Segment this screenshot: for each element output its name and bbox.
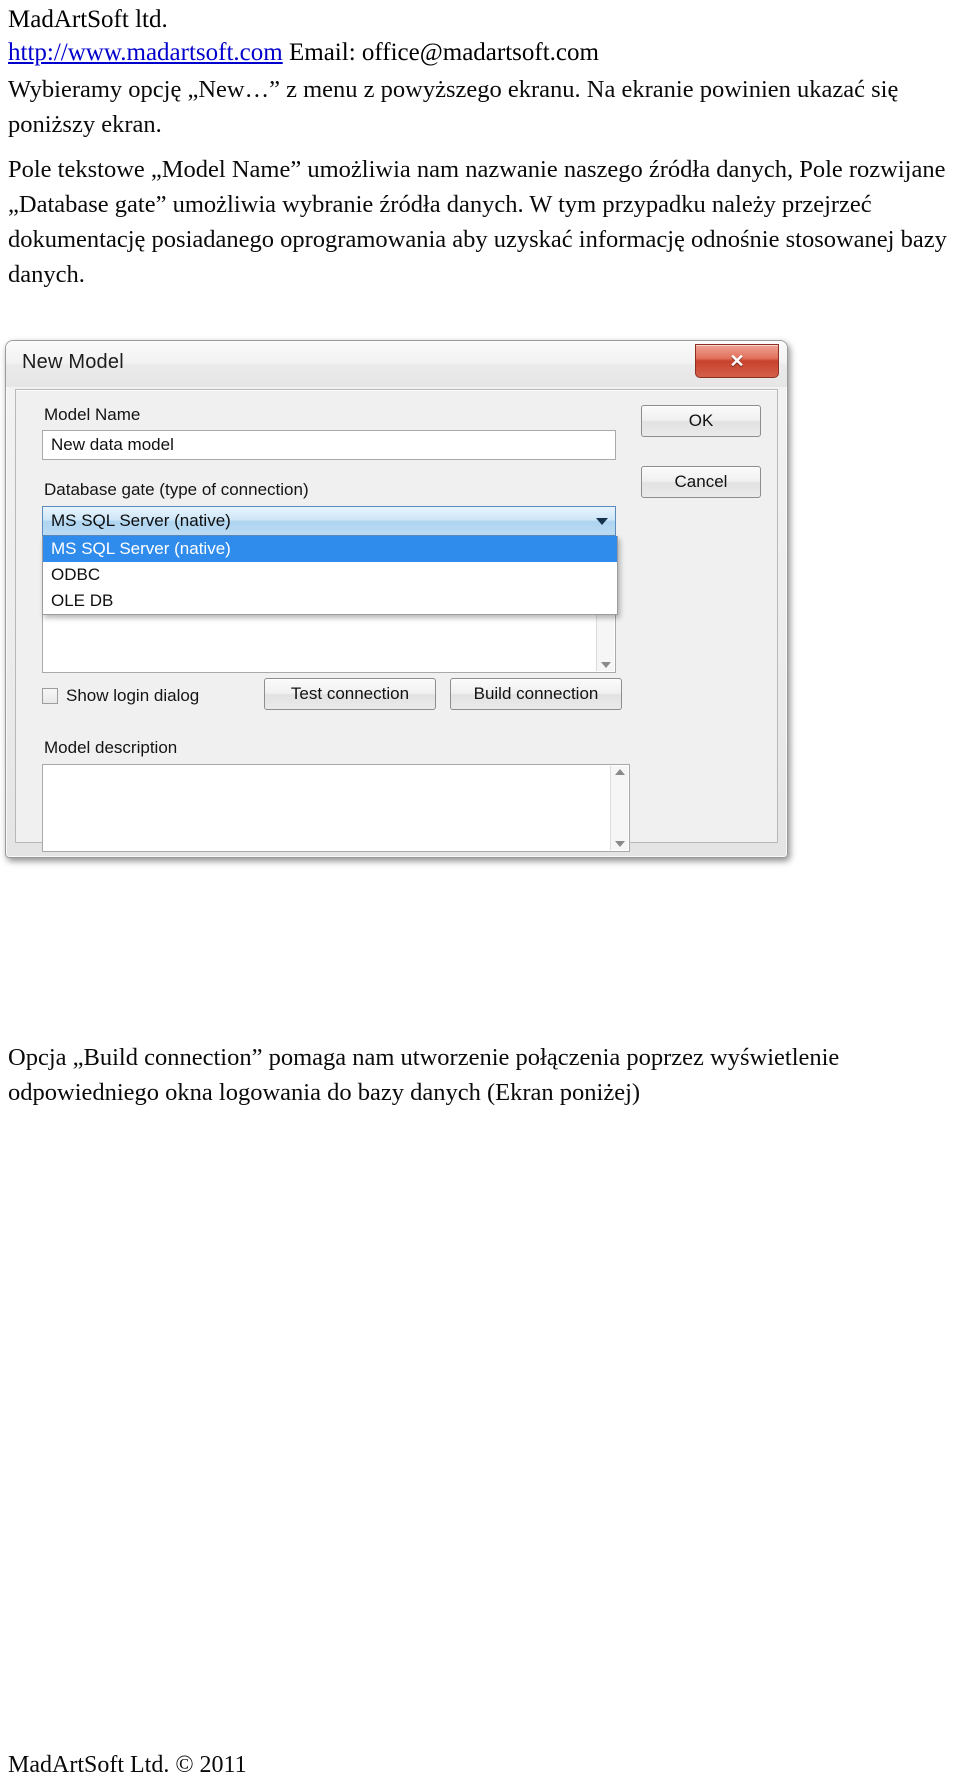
database-gate-combobox[interactable]: MS SQL Server (native) [42,506,616,536]
database-gate-selected-value: MS SQL Server (native) [51,511,231,530]
dialog-titlebar[interactable]: New Model ✕ [6,341,787,387]
dropdown-option-oledb[interactable]: OLE DB [43,588,617,614]
dialog-window-frame: New Model ✕ Model Name Database gate (ty… [5,340,788,858]
show-login-dialog-checkbox[interactable] [42,688,58,704]
dropdown-option-mssql[interactable]: MS SQL Server (native) [43,536,617,562]
chevron-down-icon[interactable] [589,517,615,525]
database-gate-label: Database gate (type of connection) [44,480,309,499]
paragraph-intro: Wybieramy opcję „New…” z menu z powyższe… [8,76,899,138]
document-footer: MadArtSoft Ltd. © 2011 [8,1752,247,1778]
company-name: MadArtSoft ltd. [8,6,168,33]
dialog-client-area: Model Name Database gate (type of connec… [15,389,778,852]
model-name-label: Model Name [44,405,141,424]
build-connection-button[interactable]: Build connection [450,678,622,710]
paragraph-description: Pole tekstowe „Model Name” umożliwia nam… [8,156,947,288]
test-connection-button[interactable]: Test connection [264,678,436,710]
close-glyph: ✕ [729,351,745,371]
paragraph-build-connection: Opcja „Build connection” pomaga nam utwo… [8,1044,840,1106]
model-description-textarea[interactable] [42,764,630,852]
database-gate-dropdown-list[interactable]: MS SQL Server (native) ODBC OLE DB [42,536,618,615]
scroll-down-icon[interactable] [600,662,611,668]
show-login-dialog-row[interactable]: Show login dialog [42,686,199,706]
ok-button[interactable]: OK [641,405,761,437]
contact-line: http://www.madartsoft.com Email: office@… [8,36,952,69]
scroll-up-icon[interactable] [614,769,625,775]
model-description-scrollbar[interactable] [610,766,628,850]
cancel-button[interactable]: Cancel [641,466,761,498]
show-login-dialog-label: Show login dialog [66,686,200,705]
model-name-input[interactable] [42,430,616,460]
document-header: MadArtSoft ltd. http://www.madartsoft.co… [8,4,952,69]
website-link[interactable]: http://www.madartsoft.com [8,39,283,66]
dialog-title: New Model [22,351,124,373]
dropdown-option-odbc[interactable]: ODBC [43,562,617,588]
scroll-down-icon[interactable] [614,841,625,847]
new-model-dialog-screenshot: New Model ✕ Model Name Database gate (ty… [5,340,788,858]
model-description-label: Model description [44,738,178,757]
email-label: Email: office@madartsoft.com [288,39,599,66]
close-icon[interactable]: ✕ [695,344,779,378]
